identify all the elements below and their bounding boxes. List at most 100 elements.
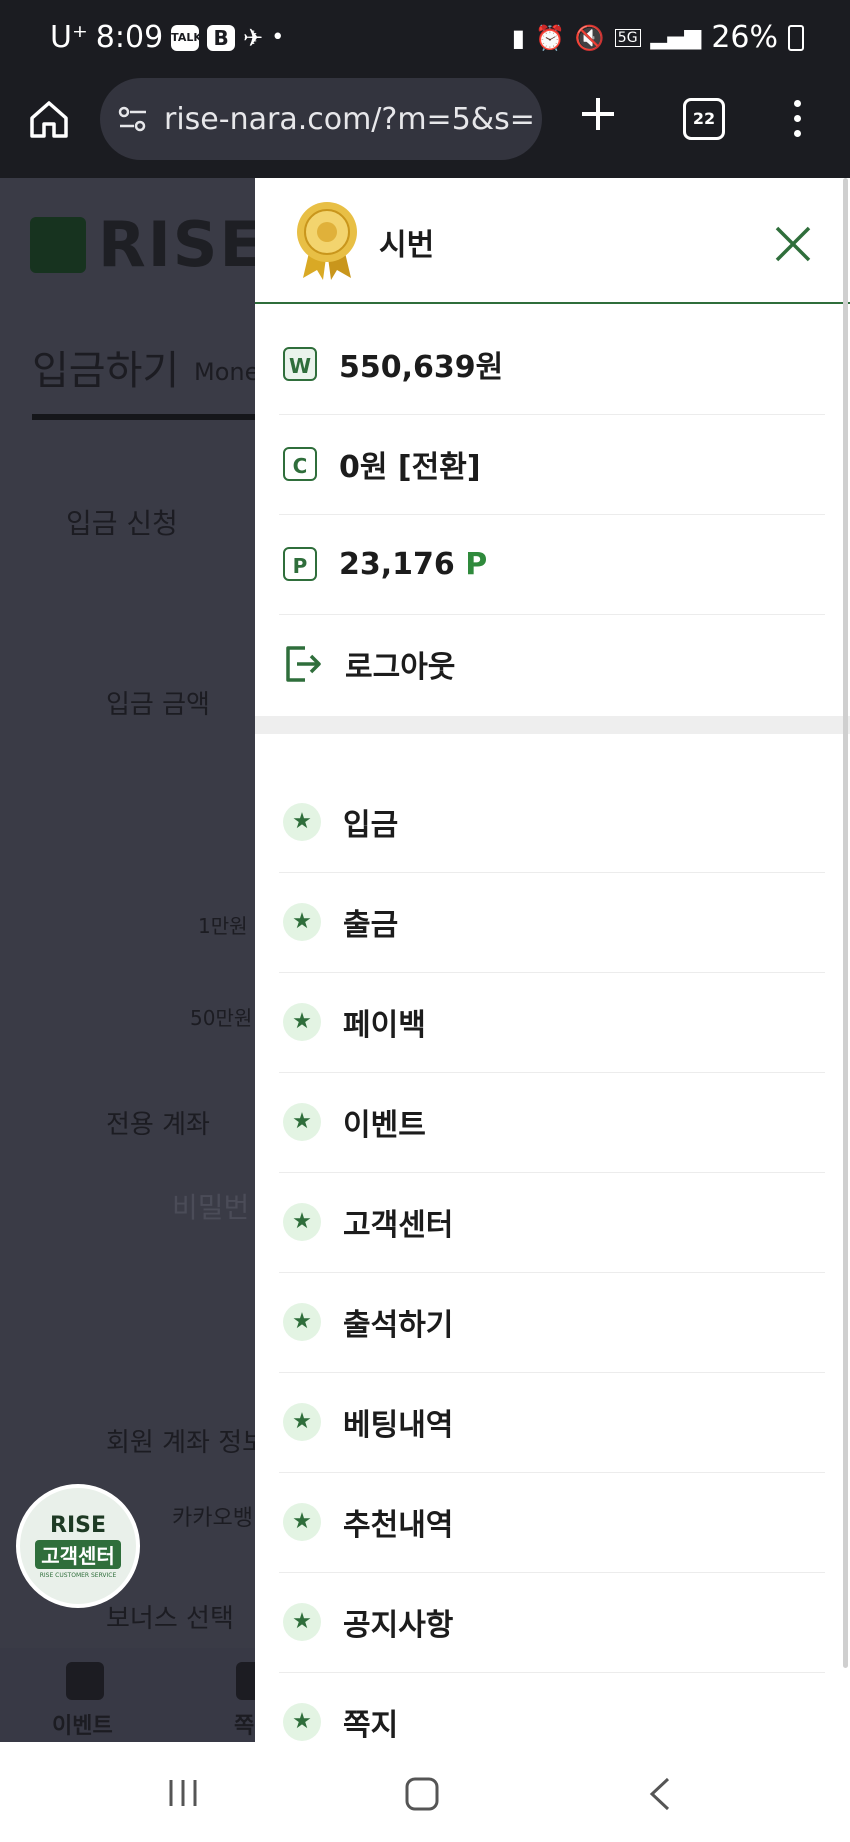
address-bar[interactable]: rise-nara.com/?m=5&s= (100, 78, 542, 160)
casino-balance[interactable]: 0원 [전환] (339, 442, 481, 486)
notification-dot: • (271, 25, 285, 50)
point-icon: P (283, 547, 317, 581)
logout-label[interactable]: 로그아웃 (345, 642, 455, 686)
amount-500k-button[interactable]: 50만원 (190, 1002, 252, 1031)
site-logo: RISE (30, 208, 264, 281)
nav-event[interactable]: 이벤트 (52, 1708, 113, 1740)
star-icon: ★ (283, 1303, 321, 1341)
site-settings-icon[interactable] (116, 102, 150, 136)
menu-item-attendance[interactable]: ★ 출석하기 (279, 1272, 825, 1373)
point-value: 23,176 (339, 546, 455, 582)
back-icon[interactable] (646, 1776, 676, 1812)
logo-mark (30, 216, 86, 273)
vpn-icon: ✈ (243, 23, 264, 52)
alarm-icon: ⏰ (535, 23, 565, 52)
menu-item-messages[interactable]: ★ 쪽지 (279, 1672, 825, 1742)
side-drawer: 시번 W 550,639원 C 0원 [전환] P 23,176 P 로그아웃 … (255, 178, 850, 1742)
battery-icon (788, 24, 804, 51)
menu-item-withdraw[interactable]: ★ 출금 (279, 872, 825, 973)
medal-icon (297, 202, 357, 280)
balance-casino-row[interactable]: C 0원 [전환] (279, 414, 825, 515)
menu-item-label[interactable]: 추천내역 (343, 1500, 453, 1544)
customer-center-floating-button[interactable]: RISE 고객센터 RISE CUSTOMER SERVICE (16, 1484, 140, 1608)
menu-item-payback[interactable]: ★ 페이백 (279, 972, 825, 1073)
amount-10k-button[interactable]: 1만원 (198, 910, 248, 939)
bank-name: 카카오뱅 (172, 1506, 253, 1531)
menu-item-label[interactable]: 베팅내역 (343, 1400, 453, 1444)
username: 시번 (379, 228, 435, 263)
bonus-label: 보너스 선택 (106, 1604, 234, 1634)
menu-item-label[interactable]: 출금 (343, 900, 398, 944)
menu-item-label[interactable]: 입금 (343, 800, 398, 844)
menu-item-notice[interactable]: ★ 공지사항 (279, 1572, 825, 1673)
won-icon: W (283, 347, 317, 381)
star-icon: ★ (283, 803, 321, 841)
bottom-nav: 이벤트 쪽 (0, 1648, 274, 1742)
floating-caption: RISE CUSTOMER SERVICE (39, 1572, 117, 1579)
menu-item-deposit[interactable]: ★ 입금 (279, 772, 825, 873)
nav-second[interactable]: 쪽 (234, 1708, 254, 1740)
logo-text: RISE (98, 208, 264, 281)
signal-icon: ▂▄▆ (650, 25, 702, 50)
b-app-icon: B (207, 24, 236, 51)
close-icon[interactable] (773, 224, 813, 264)
menu-item-label[interactable]: 페이백 (343, 1000, 426, 1044)
drawer-header: 시번 (255, 178, 850, 304)
star-icon: ★ (283, 1603, 321, 1641)
star-icon: ★ (283, 1703, 321, 1741)
menu-item-label[interactable]: 고객센터 (343, 1200, 453, 1244)
network-type: 5G (614, 28, 641, 47)
browser-toolbar: rise-nara.com/?m=5&s= 22 (0, 78, 850, 178)
home-icon[interactable] (26, 96, 72, 142)
battery-percent: 26% (711, 20, 778, 55)
menu-item-label[interactable]: 이벤트 (343, 1100, 426, 1144)
system-nav-bar (0, 1742, 850, 1842)
new-tab-icon[interactable] (578, 94, 618, 134)
menu-item-label[interactable]: 공지사항 (343, 1600, 453, 1644)
star-icon: ★ (283, 1503, 321, 1541)
menu-item-label[interactable]: 쪽지 (343, 1700, 398, 1742)
menu-item-label[interactable]: 출석하기 (343, 1300, 453, 1344)
password-field[interactable]: 비밀번 (172, 1186, 249, 1226)
kakaotalk-icon: TALK (171, 24, 202, 51)
recent-apps-icon[interactable] (166, 1776, 200, 1810)
floating-logo: RISE (50, 1513, 106, 1538)
section-title: 입금 신청 (66, 507, 178, 540)
tab-switcher-button[interactable]: 22 (683, 98, 725, 140)
money-balance: 550,639원 (339, 350, 504, 385)
amount-label: 입금 금액 (106, 690, 210, 720)
menu-item-betting-history[interactable]: ★ 베팅내역 (279, 1372, 825, 1473)
menu-item-customer-center[interactable]: ★ 고객센터 (279, 1172, 825, 1273)
member-account-label: 회원 계좌 정보 (106, 1428, 267, 1458)
casino-icon: C (283, 447, 317, 481)
point-suffix: P (465, 546, 488, 582)
section-divider (255, 716, 850, 734)
title-underline (32, 414, 262, 420)
page-subtitle: Mone (194, 358, 260, 386)
page-title: 입금하기 (32, 348, 180, 394)
status-bar: U⁺ 8:09 TALK B ✈ • ▮ ⏰ 🔇 5G ▂▄▆ 26% (0, 0, 850, 78)
star-icon: ★ (283, 903, 321, 941)
star-icon: ★ (283, 1103, 321, 1141)
drawer-scrollbar[interactable] (843, 178, 848, 1668)
star-icon: ★ (283, 1003, 321, 1041)
more-menu-icon[interactable] (794, 100, 804, 145)
point-balance: 23,176 P (339, 547, 487, 582)
clock: 8:09 (95, 20, 164, 55)
url-text[interactable]: rise-nara.com/?m=5&s= (164, 102, 534, 137)
star-icon: ★ (283, 1203, 321, 1241)
home-button-icon[interactable] (404, 1776, 440, 1812)
balance-point-row: P 23,176 P (279, 514, 825, 615)
floating-label: 고객센터 (35, 1540, 121, 1569)
logout-icon (286, 646, 321, 682)
star-icon: ★ (283, 1403, 321, 1441)
menu-item-referral-history[interactable]: ★ 추천내역 (279, 1472, 825, 1573)
calendar-icon[interactable] (66, 1662, 104, 1700)
battery-saver-icon: ▮ (511, 23, 525, 52)
carrier-label: U⁺ (50, 20, 88, 55)
account-label: 전용 계좌 (106, 1110, 210, 1140)
logout-row[interactable]: 로그아웃 (279, 614, 825, 714)
balance-money-row: W 550,639원 (279, 314, 825, 415)
mute-icon: 🔇 (574, 23, 605, 52)
menu-item-event[interactable]: ★ 이벤트 (279, 1072, 825, 1173)
